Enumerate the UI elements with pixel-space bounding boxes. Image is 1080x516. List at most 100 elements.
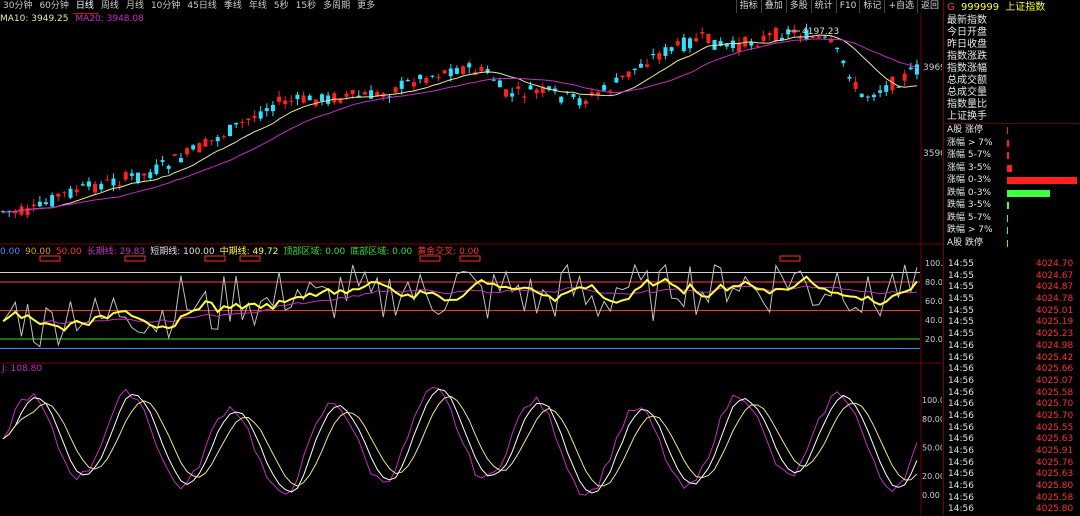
indicator-value: 底部区域: 0.00 xyxy=(350,247,413,257)
mid-term-line xyxy=(2,275,918,332)
kdj-j-line xyxy=(2,386,918,496)
candle-body xyxy=(608,90,613,92)
distribution-bar xyxy=(1007,177,1077,184)
tick-price: 4025.19 xyxy=(1036,317,1074,328)
tick-row: 14:55 4024.70 xyxy=(944,259,1080,271)
distribution-label: A股 涨停 xyxy=(947,125,984,135)
tool-button[interactable]: 统计 xyxy=(810,0,836,13)
tool-button[interactable]: 指标 xyxy=(735,0,761,13)
period-tab[interactable]: 日线 xyxy=(72,0,98,14)
tick-price: 4025.66 xyxy=(1036,364,1074,375)
stock-header[interactable]: G 999999 上证指数 xyxy=(944,0,1080,15)
menu-item[interactable]: 指数涨幅 xyxy=(947,63,1080,75)
candle-body xyxy=(651,53,656,56)
kdj-axis-tick: 50.00 xyxy=(922,444,942,453)
tick-price: 4025.80 xyxy=(1036,504,1074,515)
candle-body xyxy=(583,100,588,104)
period-tab[interactable]: 5秒 xyxy=(271,0,293,13)
tool-button[interactable]: 返回 xyxy=(916,0,942,13)
candle-body xyxy=(123,172,128,180)
menu-item[interactable]: 总成交额 xyxy=(947,75,1080,87)
menu-item[interactable]: 总成交量 xyxy=(947,87,1080,99)
tick-price: 4025.91 xyxy=(1036,446,1074,456)
period-tab[interactable]: 更多 xyxy=(354,0,379,13)
period-tab[interactable]: 多周期 xyxy=(320,0,354,13)
candle-body xyxy=(93,183,98,193)
candle-body xyxy=(626,71,631,78)
period-tab[interactable]: 周线 xyxy=(98,0,123,13)
candle-body xyxy=(399,80,404,89)
tool-button[interactable]: 叠加 xyxy=(760,0,786,13)
menu-item[interactable]: 昨日收盘 xyxy=(947,39,1080,51)
tick-row: 14:56 4025.76 xyxy=(944,458,1080,470)
candle-body xyxy=(638,63,643,68)
tool-button[interactable]: +自选 xyxy=(884,0,917,13)
candle-body xyxy=(37,201,42,207)
candle-body xyxy=(221,136,226,138)
candle-body xyxy=(436,76,441,78)
candle-body xyxy=(620,75,625,78)
tick-row: 14:56 4025.66 xyxy=(944,364,1080,376)
candle-body xyxy=(669,47,674,52)
menu-item[interactable]: 今日开盘 xyxy=(947,27,1080,39)
tick-row: 14:56 4025.42 xyxy=(944,353,1080,365)
tick-time: 14:56 xyxy=(948,340,974,351)
candle-body xyxy=(700,31,705,34)
period-tab[interactable]: 10分钟 xyxy=(148,0,184,13)
tick-row: 14:56 4025.80 xyxy=(944,504,1080,516)
distribution-bar xyxy=(1007,127,1008,134)
tick-row: 14:56 4025.70 xyxy=(944,399,1080,411)
candle-body xyxy=(105,179,110,181)
candle-body xyxy=(80,184,85,186)
candle-body xyxy=(841,60,846,64)
candle-body xyxy=(148,172,153,179)
candle-body xyxy=(301,95,306,103)
candle-body xyxy=(252,115,257,119)
candle-body xyxy=(393,87,398,93)
tool-button[interactable]: 标记 xyxy=(859,0,884,13)
distribution-bar xyxy=(1007,152,1009,159)
ma20-label: MA20: 3948.08 xyxy=(75,14,144,24)
period-tab[interactable]: 60分钟 xyxy=(36,0,72,13)
candle-body xyxy=(264,108,269,111)
distribution-row: 跌幅 > 7% xyxy=(947,224,1080,237)
distribution-bar xyxy=(1007,214,1008,222)
candle-body xyxy=(835,47,840,50)
candle-body xyxy=(234,122,239,125)
chart-area[interactable]: 4197.23 3969 3590 100.0 80.00 60.00 40.00 20.00… xyxy=(0,13,942,515)
candle-body xyxy=(510,93,515,97)
distribution-label: 涨幅 5-7% xyxy=(947,150,992,160)
tool-button[interactable]: F10 xyxy=(835,0,860,13)
period-tab[interactable]: 月线 xyxy=(123,0,148,13)
group-marker: G xyxy=(947,2,955,13)
distribution-label: 跌幅 5-7% xyxy=(947,212,992,223)
period-tab[interactable]: 45日线 xyxy=(184,0,220,13)
candle-body xyxy=(136,172,140,183)
tick-price: 4024.67 xyxy=(1036,270,1074,281)
menu-item[interactable]: 最新指数 xyxy=(947,15,1080,27)
period-tab[interactable]: 年线 xyxy=(246,0,271,13)
tick-time: 14:56 xyxy=(948,492,974,503)
menu-item[interactable]: 指数涨跌 xyxy=(947,51,1080,63)
tick-time: 14:56 xyxy=(948,469,974,480)
tick-time: 14:55 xyxy=(948,294,974,305)
indicator-value: 顶部区域: 0.00 xyxy=(283,247,346,257)
period-tab[interactable]: 季线 xyxy=(221,0,246,13)
candle-body xyxy=(117,185,122,187)
tool-button[interactable]: 多股 xyxy=(785,0,811,13)
candle-body xyxy=(362,92,367,95)
menu-item[interactable]: 上证换手 xyxy=(947,111,1080,123)
candle-body xyxy=(853,82,858,89)
candle-body xyxy=(847,76,852,79)
candle-body xyxy=(865,96,870,98)
period-tab[interactable]: 30分钟 xyxy=(0,0,36,13)
candle-body xyxy=(86,181,91,187)
tick-time: 14:56 xyxy=(948,364,974,375)
menu-item[interactable]: 指数量比 xyxy=(947,99,1080,111)
period-tab[interactable]: 15秒 xyxy=(293,0,320,13)
candle-body xyxy=(688,38,692,49)
tool-toolbar: 指标 叠加 多股 统计 F10 标记 +自选 返回 xyxy=(735,0,942,13)
distribution-bar xyxy=(1007,139,1009,147)
tick-row: 14:56 4025.70 xyxy=(944,411,1080,423)
distribution-label: A股 跌停 xyxy=(947,237,984,248)
